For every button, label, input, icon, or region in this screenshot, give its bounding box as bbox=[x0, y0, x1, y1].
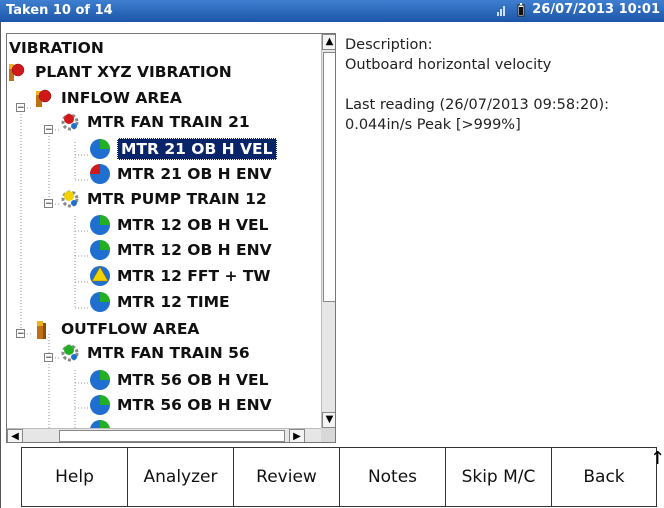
area-ok-icon bbox=[37, 321, 46, 339]
horizontal-scroll-thumb[interactable] bbox=[59, 430, 285, 442]
scroll-right-arrow-icon[interactable]: ▶ bbox=[289, 429, 305, 442]
tree-item-mtr-12-time[interactable]: MTR 12 TIME bbox=[89, 290, 230, 314]
tree-item-mtr-12-ob-h-vel[interactable]: MTR 12 OB H VEL bbox=[89, 213, 269, 237]
tree-item-plant[interactable]: PLANT XYZ VIBRATION bbox=[7, 60, 232, 84]
last-reading-value: 0.044in/s Peak [>999%] bbox=[345, 117, 521, 133]
area-alarm-icon bbox=[36, 89, 52, 107]
tree-item-label: MTR 12 OB H VEL bbox=[117, 216, 269, 234]
tree-item-label: MTR FAN TRAIN 56 bbox=[87, 344, 250, 362]
up-arrow-icon[interactable]: ↑ bbox=[650, 448, 664, 469]
tree-item-mtr-12-ob-h-env[interactable]: MTR 12 OB H ENV bbox=[89, 238, 272, 262]
tree-item-label: MTR 56 OB H ENV bbox=[117, 396, 272, 414]
tree-item-label: INFLOW AREA bbox=[61, 89, 182, 107]
tree-item-label: MTR 12 TIME bbox=[117, 293, 230, 311]
tree-item-label: MTR 56 OB H VEL bbox=[117, 371, 269, 389]
plant-alarm-icon bbox=[9, 63, 25, 81]
battery-icon bbox=[517, 2, 525, 16]
tree-item-label: MTR FAN TRAIN 21 bbox=[87, 113, 250, 131]
tree-item-label: MTR 12 OB H ENV bbox=[117, 241, 272, 259]
bottom-toolbar: Help Analyzer Review Notes Skip M/C Back bbox=[21, 447, 657, 508]
tree-item-mtr-pump-train-12[interactable]: MTR PUMP TRAIN 12 bbox=[59, 187, 267, 211]
tree-expander-pump-train-12[interactable]: − bbox=[44, 199, 53, 209]
scroll-left-arrow-icon[interactable]: ◀ bbox=[7, 429, 23, 442]
tree-expander-inflow[interactable]: − bbox=[16, 103, 25, 113]
tree-item-mtr-fan-train-56[interactable]: MTR FAN TRAIN 56 bbox=[59, 341, 250, 365]
tree-item-mtr-56-ob-h-env[interactable]: MTR 56 OB H ENV bbox=[89, 393, 272, 417]
tree-item-mtr-21-ob-h-env[interactable]: MTR 21 OB H ENV bbox=[89, 162, 272, 186]
notes-button[interactable]: Notes bbox=[339, 447, 445, 507]
machine-alarm-icon bbox=[61, 113, 79, 131]
tree-item-outflow-area[interactable]: OUTFLOW AREA bbox=[33, 317, 199, 341]
back-button[interactable]: Back bbox=[551, 447, 657, 507]
tree-item-mtr-56-ob-h-vel[interactable]: MTR 56 OB H VEL bbox=[89, 368, 269, 392]
scroll-up-arrow-icon[interactable]: ▲ bbox=[322, 34, 335, 50]
tree-item-inflow-area[interactable]: INFLOW AREA bbox=[33, 86, 182, 110]
tree-expander-outflow[interactable]: − bbox=[16, 329, 25, 339]
vertical-scroll-thumb[interactable] bbox=[323, 52, 335, 302]
tree-item-label: MTR 21 OB H ENV bbox=[117, 165, 272, 183]
point-done-icon bbox=[90, 370, 110, 390]
tree-item-label: PLANT XYZ VIBRATION bbox=[35, 63, 232, 81]
tree-item-label: MTR 21 OB H VEL bbox=[117, 138, 277, 160]
tree-expander-fan-train-21[interactable]: − bbox=[44, 125, 53, 135]
point-done-icon bbox=[90, 240, 110, 260]
tree-horizontal-scrollbar[interactable]: ◀ ▶ bbox=[7, 428, 321, 442]
tree-item-label: MTR PUMP TRAIN 12 bbox=[87, 190, 267, 208]
tree-item-mtr-12-fft-tw[interactable]: MTR 12 FFT + TW bbox=[89, 264, 271, 288]
signal-icon bbox=[497, 5, 506, 16]
point-alarm-icon bbox=[90, 164, 110, 184]
description-value: Outboard horizontal velocity bbox=[345, 57, 552, 73]
tree-item-label: VIBRATION bbox=[9, 39, 104, 57]
tree-view[interactable]: − − − − − VIBRATION PLANT XYZ VIBRATION … bbox=[6, 33, 336, 443]
tree-item-label: OUTFLOW AREA bbox=[61, 320, 200, 338]
tree-item-mtr-fan-train-21[interactable]: MTR FAN TRAIN 21 bbox=[59, 110, 250, 134]
machine-ok-icon bbox=[61, 344, 79, 362]
scrollbar-corner bbox=[321, 428, 335, 442]
point-warning-icon bbox=[90, 266, 110, 286]
review-button[interactable]: Review bbox=[233, 447, 339, 507]
point-done-icon bbox=[90, 420, 110, 428]
tree-item-vibration[interactable]: VIBRATION bbox=[9, 36, 104, 60]
tree-expander-fan-train-56[interactable]: − bbox=[44, 353, 53, 363]
tree-item-label: MTR 12 FFT + TW bbox=[117, 267, 271, 285]
title-bar: Taken 10 of 14 26/07/2013 10:01 bbox=[0, 0, 664, 22]
description-label: Description: bbox=[345, 37, 433, 53]
window-title: Taken 10 of 14 bbox=[6, 3, 113, 18]
point-done-icon bbox=[90, 215, 110, 235]
datetime-display: 26/07/2013 10:01 bbox=[532, 2, 660, 17]
scroll-down-arrow-icon[interactable]: ▼ bbox=[322, 412, 335, 428]
analyzer-button[interactable]: Analyzer bbox=[127, 447, 233, 507]
point-done-icon bbox=[90, 395, 110, 415]
point-done-icon bbox=[90, 292, 110, 312]
last-reading-label: Last reading (26/07/2013 09:58:20): bbox=[345, 97, 610, 113]
help-button[interactable]: Help bbox=[21, 447, 127, 507]
machine-warning-icon bbox=[61, 190, 79, 208]
skip-mc-button[interactable]: Skip M/C bbox=[445, 447, 551, 507]
point-done-icon bbox=[90, 139, 110, 159]
tree-item-mtr-21-ob-h-vel[interactable]: MTR 21 OB H VEL bbox=[89, 137, 277, 161]
detail-panel: Description: Outboard horizontal velocit… bbox=[345, 35, 661, 135]
tree-vertical-scrollbar[interactable]: ▲ ▼ bbox=[321, 34, 335, 428]
